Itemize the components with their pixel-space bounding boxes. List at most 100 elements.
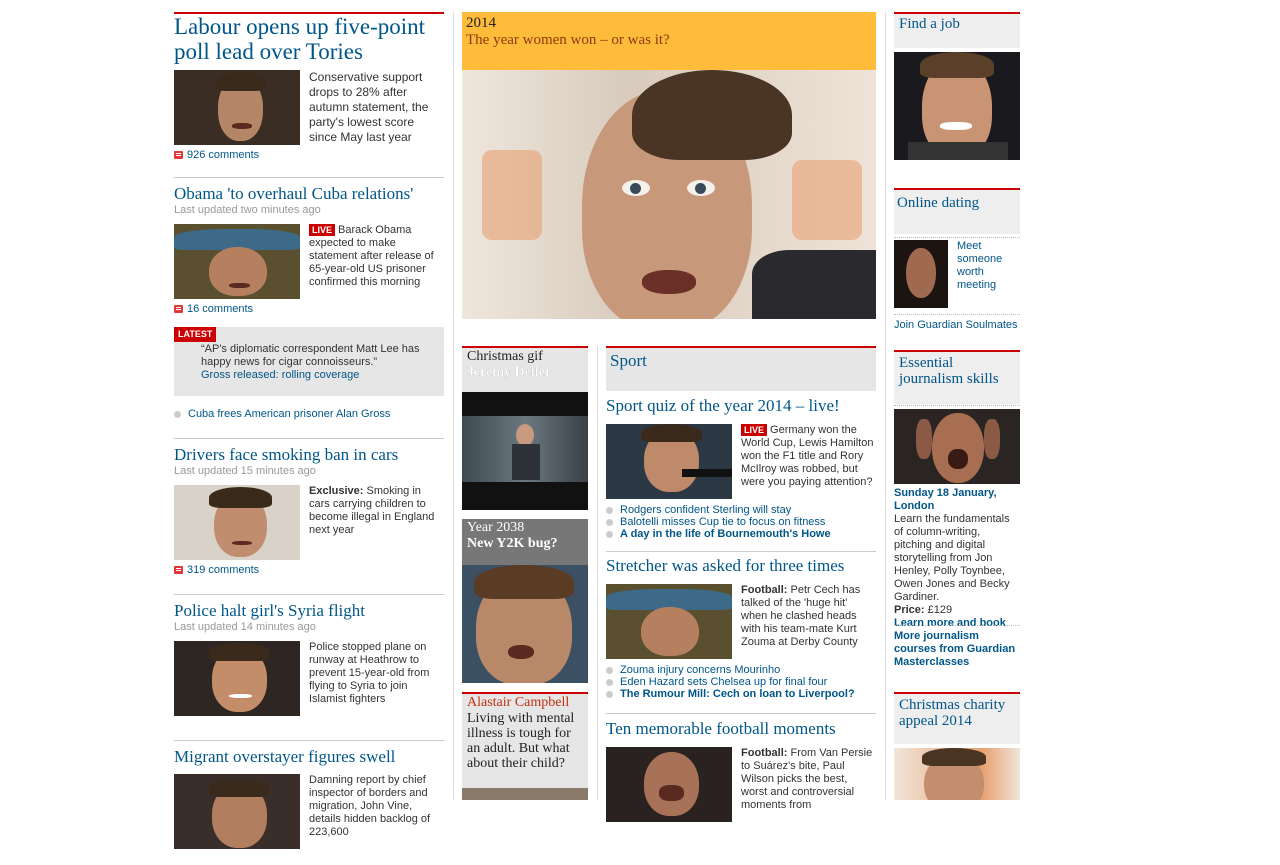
related-link[interactable]: The Rumour Mill: Cech on loan to Liverpo… bbox=[606, 688, 876, 700]
feature-title[interactable]: The year women won – or was it? bbox=[462, 32, 876, 49]
latest-link[interactable]: Gross released: rolling coverage bbox=[201, 369, 434, 382]
year-2038-header[interactable]: Year 2038 New Y2K bug? bbox=[462, 519, 588, 565]
comments-count[interactable]: 16 comments bbox=[187, 303, 253, 315]
skills-description: Learn the fundamentals of column-writing… bbox=[894, 513, 1010, 603]
related-link-text[interactable]: Cuba frees American prisoner Alan Gross bbox=[188, 408, 390, 420]
comment-icon bbox=[174, 151, 183, 159]
related-link[interactable]: Rodgers confident Sterling will stay bbox=[606, 504, 876, 516]
related-link[interactable]: Balotelli misses Cup tie to focus on fit… bbox=[606, 516, 876, 528]
year-title[interactable]: New Y2K bug? bbox=[462, 536, 588, 552]
story-title[interactable]: Obama 'to overhaul Cuba relations' bbox=[174, 184, 444, 203]
bullet-icon bbox=[606, 690, 613, 698]
find-a-job-label[interactable]: Find a job bbox=[894, 14, 1020, 35]
comments-link[interactable]: 319 comments bbox=[174, 564, 444, 576]
find-a-job-header[interactable]: Find a job bbox=[894, 12, 1020, 48]
xmas-gif-header[interactable]: Christmas gif Jeremy Deller bbox=[462, 346, 588, 394]
story-title[interactable]: Ten memorable football moments bbox=[606, 719, 876, 739]
skills-date[interactable]: Sunday 18 January, London bbox=[894, 487, 1020, 513]
story-smoking-ban: Drivers face smoking ban in cars Last up… bbox=[174, 438, 444, 576]
story-title[interactable]: Migrant overstayer figures swell bbox=[174, 747, 444, 766]
divider bbox=[894, 625, 1020, 627]
updated-time: Last updated 15 minutes ago bbox=[174, 465, 316, 477]
related-link-text[interactable]: Balotelli misses Cup tie to focus on fit… bbox=[620, 516, 825, 528]
related-link-text[interactable]: Eden Hazard sets Chelsea up for final fo… bbox=[620, 676, 827, 688]
sport-story-quiz: Sport quiz of the year 2014 – live! LIVE… bbox=[606, 396, 876, 540]
sport-header[interactable]: Sport bbox=[606, 346, 876, 391]
latest-badge: LATEST bbox=[174, 327, 217, 342]
story-labour-poll: Labour opens up five-point poll lead ove… bbox=[174, 12, 444, 161]
related-link[interactable]: Eden Hazard sets Chelsea up for final fo… bbox=[606, 676, 876, 688]
story-thumbnail[interactable] bbox=[606, 584, 732, 659]
online-dating-label[interactable]: Online dating bbox=[894, 190, 1020, 217]
story-syria-flight: Police halt girl's Syria flight Last upd… bbox=[174, 594, 444, 716]
story-title[interactable]: Sport quiz of the year 2014 – live! bbox=[606, 396, 876, 416]
dating-image[interactable] bbox=[894, 240, 948, 308]
story-thumbnail[interactable] bbox=[174, 224, 300, 299]
find-a-job-image[interactable] bbox=[894, 52, 1020, 160]
more-courses-link[interactable]: More journalism courses from Guardian Ma… bbox=[894, 630, 1020, 669]
bullet-icon bbox=[606, 506, 613, 514]
campbell-image[interactable] bbox=[462, 788, 588, 800]
updated-time: Last updated 14 minutes ago bbox=[174, 621, 316, 633]
story-snippet: Police stopped plane on runway at Heathr… bbox=[309, 641, 430, 705]
related-link-text[interactable]: The Rumour Mill: Cech on loan to Liverpo… bbox=[620, 688, 855, 700]
updated-time: Last updated two minutes ago bbox=[174, 204, 321, 216]
campbell-kicker: Alastair Campbell bbox=[467, 695, 570, 710]
xmas-gif-image[interactable] bbox=[462, 392, 588, 510]
column-divider bbox=[597, 346, 598, 800]
comments-count[interactable]: 319 comments bbox=[187, 564, 259, 576]
story-title[interactable]: Drivers face smoking ban in cars bbox=[174, 445, 444, 464]
story-migrant-overstayer: Migrant overstayer figures swell Damning… bbox=[174, 740, 444, 849]
journalism-skills-details: Sunday 18 January, London Learn the fund… bbox=[894, 487, 1020, 630]
feature-header[interactable]: 2014 The year women won – or was it? bbox=[462, 12, 876, 70]
related-link[interactable]: A day in the life of Bournemouth's Howe bbox=[606, 528, 876, 540]
related-link-text[interactable]: A day in the life of Bournemouth's Howe bbox=[620, 528, 831, 540]
live-badge: LIVE bbox=[309, 224, 336, 236]
dating-text[interactable]: Meet someone worth meeting bbox=[957, 240, 1019, 292]
journalism-skills-label[interactable]: Essential journalism skills bbox=[894, 352, 1020, 390]
comments-count[interactable]: 926 comments bbox=[187, 149, 259, 161]
related-link-text[interactable]: Rodgers confident Sterling will stay bbox=[620, 504, 791, 516]
story-thumbnail[interactable] bbox=[174, 70, 300, 145]
related-link-text[interactable]: Zouma injury concerns Mourinho bbox=[620, 664, 780, 676]
story-thumbnail[interactable] bbox=[174, 485, 300, 560]
comments-link[interactable]: 16 comments bbox=[174, 303, 444, 315]
charity-appeal-image[interactable] bbox=[894, 748, 1020, 800]
related-link[interactable]: Cuba frees American prisoner Alan Gross bbox=[174, 408, 444, 420]
bullet-icon bbox=[606, 518, 613, 526]
comments-link[interactable]: 926 comments bbox=[174, 149, 444, 161]
price-label: Price: bbox=[894, 604, 925, 616]
year-kicker: Year 2038 bbox=[467, 520, 525, 535]
story-thumbnail[interactable] bbox=[606, 424, 732, 499]
story-title[interactable]: Stretcher was asked for three times bbox=[606, 556, 876, 576]
feature-image[interactable] bbox=[462, 70, 876, 319]
story-thumbnail[interactable] bbox=[606, 747, 732, 822]
journalism-skills-image[interactable] bbox=[894, 409, 1020, 484]
story-thumbnail[interactable] bbox=[174, 774, 300, 849]
story-thumbnail[interactable] bbox=[174, 641, 300, 716]
sport-story-moments: Ten memorable football moments Football:… bbox=[606, 719, 876, 822]
soulmates-link[interactable]: Join Guardian Soulmates bbox=[894, 319, 1018, 331]
exclusive-label: Exclusive: bbox=[309, 485, 364, 497]
live-badge: LIVE bbox=[741, 424, 768, 436]
year-2038-image[interactable] bbox=[462, 565, 588, 683]
xmas-title[interactable]: Jeremy Deller bbox=[462, 365, 588, 381]
charity-appeal-header[interactable]: Christmas charity appeal 2014 bbox=[894, 692, 1020, 744]
comment-icon bbox=[174, 305, 183, 313]
bullet-icon bbox=[174, 410, 181, 418]
campbell-title[interactable]: Living with mental illness is tough for … bbox=[462, 711, 588, 771]
campbell-box[interactable]: Alastair Campbell Living with mental ill… bbox=[462, 692, 588, 790]
divider bbox=[894, 405, 1020, 407]
story-title[interactable]: Police halt girl's Syria flight bbox=[174, 601, 444, 620]
latest-quote: “AP's diplomatic correspondent Matt Lee … bbox=[201, 343, 420, 368]
bullet-icon bbox=[606, 666, 613, 674]
charity-appeal-label[interactable]: Christmas charity appeal 2014 bbox=[894, 694, 1020, 732]
related-link[interactable]: Zouma injury concerns Mourinho bbox=[606, 664, 876, 676]
sport-header-label[interactable]: Sport bbox=[606, 348, 876, 374]
online-dating-header[interactable]: Online dating bbox=[894, 188, 1020, 234]
journalism-skills-header[interactable]: Essential journalism skills bbox=[894, 350, 1020, 404]
bullet-icon bbox=[606, 530, 613, 538]
story-title[interactable]: Labour opens up five-point poll lead ove… bbox=[174, 14, 444, 64]
learn-more-link[interactable]: Learn more and book bbox=[894, 617, 1020, 630]
story-obama-cuba: Obama 'to overhaul Cuba relations' Last … bbox=[174, 177, 444, 420]
